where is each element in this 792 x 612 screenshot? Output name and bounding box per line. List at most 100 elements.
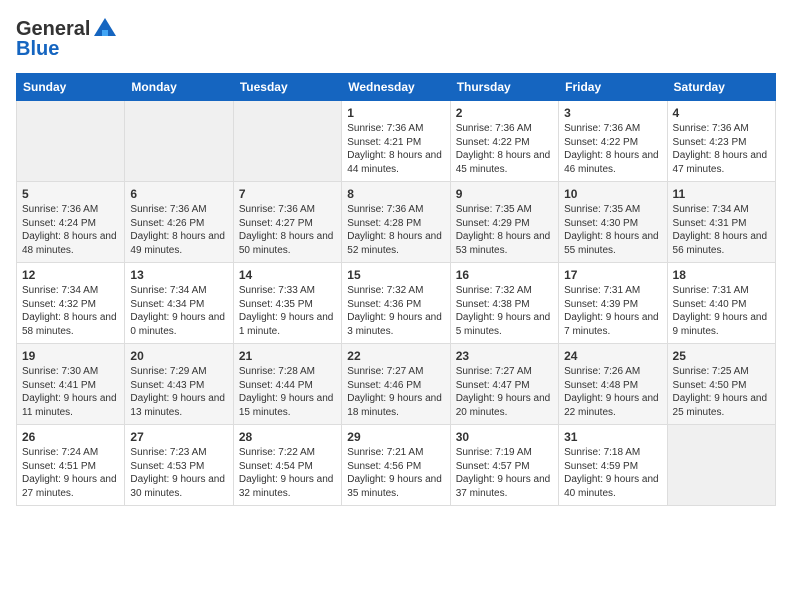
calendar-table: SundayMondayTuesdayWednesdayThursdayFrid… (16, 73, 776, 506)
day-cell: 28 Sunrise: 7:22 AMSunset: 4:54 PMDayligh… (233, 425, 341, 506)
day-cell: 13Sunrise: 7:34 AMSunset: 4:34 PMDayligh… (125, 263, 233, 344)
day-cell: 1Sunrise: 7:36 AMSunset: 4:21 PMDaylight… (342, 101, 450, 182)
day-number: 27 (130, 430, 227, 444)
day-number: 23 (456, 349, 553, 363)
day-number: 25 (673, 349, 770, 363)
day-details: Sunrise: 7:36 AMSunset: 4:26 PMDaylight:… (130, 204, 225, 256)
header-cell-friday: Friday (559, 74, 667, 101)
day-number: 26 (22, 430, 119, 444)
day-details: Sunrise: 7:25 AMSunset: 4:50 PMDaylight:… (673, 366, 768, 418)
day-details: Sunrise: 7:26 AMSunset: 4:48 PMDaylight:… (564, 366, 659, 418)
day-details: Sunrise: 7:36 AMSunset: 4:22 PMDaylight:… (456, 123, 551, 175)
day-number: 28 (239, 430, 336, 444)
day-number: 19 (22, 349, 119, 363)
logo-icon (92, 16, 118, 42)
day-cell: 21Sunrise: 7:28 AMSunset: 4:44 PMDayligh… (233, 344, 341, 425)
day-cell: 15 Sunrise: 7:32 AMSunset: 4:36 PMDayligh… (342, 263, 450, 344)
day-cell: 14Sunrise: 7:33 AMSunset: 4:35 PMDayligh… (233, 263, 341, 344)
page-header: General Blue (16, 16, 776, 61)
day-cell: 4 Sunrise: 7:36 AMSunset: 4:23 PMDaylight… (667, 101, 775, 182)
day-details: Sunrise: 7:24 AMSunset: 4:51 PMDaylight:… (22, 447, 117, 499)
day-details: Sunrise: 7:19 AMSunset: 4:57 PMDaylight:… (456, 447, 551, 499)
week-row-4: 26 Sunrise: 7:24 AMSunset: 4:51 PMDayligh… (17, 425, 776, 506)
day-cell: 30Sunrise: 7:19 AMSunset: 4:57 PMDayligh… (450, 425, 558, 506)
day-details: Sunrise: 7:21 AMSunset: 4:56 PMDaylight:… (347, 447, 442, 499)
day-number: 6 (130, 187, 227, 201)
day-number: 9 (456, 187, 553, 201)
day-cell: 5Sunrise: 7:36 AMSunset: 4:24 PMDaylight… (17, 182, 125, 263)
day-cell: 18Sunrise: 7:31 AMSunset: 4:40 PMDayligh… (667, 263, 775, 344)
header-cell-tuesday: Tuesday (233, 74, 341, 101)
week-row-3: 19 Sunrise: 7:30 AMSunset: 4:41 PMDayligh… (17, 344, 776, 425)
day-number: 5 (22, 187, 119, 201)
day-number: 10 (564, 187, 661, 201)
day-cell: 7Sunrise: 7:36 AMSunset: 4:27 PMDaylight… (233, 182, 341, 263)
day-cell (125, 101, 233, 182)
day-details: Sunrise: 7:30 AMSunset: 4:41 PMDaylight:… (22, 366, 117, 418)
day-cell: 24 Sunrise: 7:26 AMSunset: 4:48 PMDayligh… (559, 344, 667, 425)
day-details: Sunrise: 7:22 AMSunset: 4:54 PMDaylight:… (239, 447, 334, 499)
day-number: 8 (347, 187, 444, 201)
day-number: 16 (456, 268, 553, 282)
header-cell-sunday: Sunday (17, 74, 125, 101)
day-cell: 16 Sunrise: 7:32 AMSunset: 4:38 PMDayligh… (450, 263, 558, 344)
day-details: Sunrise: 7:18 AMSunset: 4:59 PMDaylight:… (564, 447, 659, 499)
day-details: Sunrise: 7:34 AMSunset: 4:34 PMDaylight:… (130, 285, 225, 337)
day-number: 2 (456, 106, 553, 120)
day-number: 18 (673, 268, 770, 282)
day-details: Sunrise: 7:35 AMSunset: 4:29 PMDaylight:… (456, 204, 551, 256)
day-number: 14 (239, 268, 336, 282)
day-cell: 10 Sunrise: 7:35 AMSunset: 4:30 PMDayligh… (559, 182, 667, 263)
day-cell: 8 Sunrise: 7:36 AMSunset: 4:28 PMDaylight… (342, 182, 450, 263)
day-details: Sunrise: 7:29 AMSunset: 4:43 PMDaylight:… (130, 366, 225, 418)
day-number: 17 (564, 268, 661, 282)
week-row-0: 1Sunrise: 7:36 AMSunset: 4:21 PMDaylight… (17, 101, 776, 182)
day-cell (667, 425, 775, 506)
day-number: 22 (347, 349, 444, 363)
day-cell (17, 101, 125, 182)
day-cell: 19 Sunrise: 7:30 AMSunset: 4:41 PMDayligh… (17, 344, 125, 425)
header-cell-saturday: Saturday (667, 74, 775, 101)
day-details: Sunrise: 7:32 AMSunset: 4:36 PMDaylight:… (347, 285, 442, 337)
day-cell: 26 Sunrise: 7:24 AMSunset: 4:51 PMDayligh… (17, 425, 125, 506)
day-cell: 25 Sunrise: 7:25 AMSunset: 4:50 PMDayligh… (667, 344, 775, 425)
day-cell: 23Sunrise: 7:27 AMSunset: 4:47 PMDayligh… (450, 344, 558, 425)
header-cell-thursday: Thursday (450, 74, 558, 101)
logo: General Blue (16, 16, 120, 61)
week-row-1: 5Sunrise: 7:36 AMSunset: 4:24 PMDaylight… (17, 182, 776, 263)
day-details: Sunrise: 7:36 AMSunset: 4:27 PMDaylight:… (239, 204, 334, 256)
header-row: SundayMondayTuesdayWednesdayThursdayFrid… (17, 74, 776, 101)
day-number: 4 (673, 106, 770, 120)
day-cell: 31 Sunrise: 7:18 AMSunset: 4:59 PMDayligh… (559, 425, 667, 506)
day-number: 31 (564, 430, 661, 444)
day-details: Sunrise: 7:36 AMSunset: 4:21 PMDaylight:… (347, 123, 442, 175)
day-details: Sunrise: 7:34 AMSunset: 4:31 PMDaylight:… (673, 204, 768, 256)
day-details: Sunrise: 7:32 AMSunset: 4:38 PMDaylight:… (456, 285, 551, 337)
day-details: Sunrise: 7:36 AMSunset: 4:22 PMDaylight:… (564, 123, 659, 175)
day-number: 24 (564, 349, 661, 363)
day-details: Sunrise: 7:27 AMSunset: 4:46 PMDaylight:… (347, 366, 442, 418)
day-number: 15 (347, 268, 444, 282)
day-number: 3 (564, 106, 661, 120)
day-number: 20 (130, 349, 227, 363)
day-details: Sunrise: 7:36 AMSunset: 4:28 PMDaylight:… (347, 204, 442, 256)
day-cell: 6 Sunrise: 7:36 AMSunset: 4:26 PMDaylight… (125, 182, 233, 263)
header-cell-monday: Monday (125, 74, 233, 101)
day-number: 12 (22, 268, 119, 282)
logo-blue-text: Blue (16, 38, 59, 61)
day-details: Sunrise: 7:36 AMSunset: 4:23 PMDaylight:… (673, 123, 768, 175)
day-details: Sunrise: 7:31 AMSunset: 4:39 PMDaylight:… (564, 285, 659, 337)
day-number: 29 (347, 430, 444, 444)
day-cell: 17 Sunrise: 7:31 AMSunset: 4:39 PMDayligh… (559, 263, 667, 344)
day-details: Sunrise: 7:23 AMSunset: 4:53 PMDaylight:… (130, 447, 225, 499)
day-cell (233, 101, 341, 182)
day-cell: 20 Sunrise: 7:29 AMSunset: 4:43 PMDayligh… (125, 344, 233, 425)
header-cell-wednesday: Wednesday (342, 74, 450, 101)
day-cell: 29 Sunrise: 7:21 AMSunset: 4:56 PMDayligh… (342, 425, 450, 506)
day-number: 11 (673, 187, 770, 201)
day-details: Sunrise: 7:28 AMSunset: 4:44 PMDaylight:… (239, 366, 334, 418)
day-cell: 9 Sunrise: 7:35 AMSunset: 4:29 PMDaylight… (450, 182, 558, 263)
day-details: Sunrise: 7:35 AMSunset: 4:30 PMDaylight:… (564, 204, 659, 256)
logo-text: General (16, 19, 90, 39)
week-row-2: 12Sunrise: 7:34 AMSunset: 4:32 PMDayligh… (17, 263, 776, 344)
